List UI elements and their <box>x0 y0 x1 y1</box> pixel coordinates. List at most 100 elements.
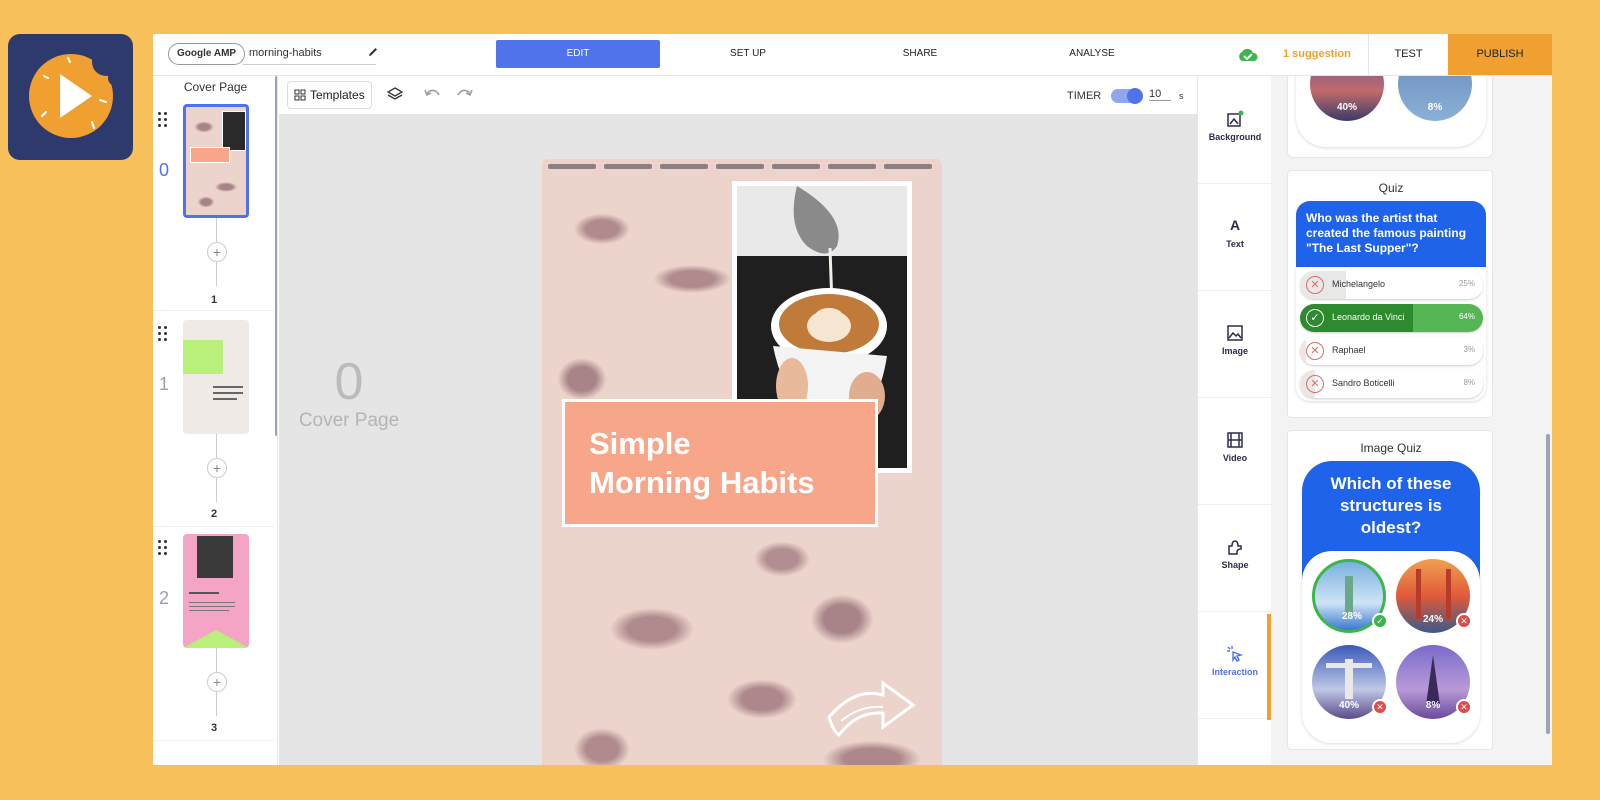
add-page-button[interactable]: + <box>207 672 227 692</box>
pages-scrollbar[interactable] <box>275 76 277 436</box>
story-title[interactable]: Simple Morning Habits <box>589 424 815 502</box>
tool-interaction[interactable]: Interaction <box>1198 611 1272 719</box>
tool-shape[interactable]: Shape <box>1198 504 1272 612</box>
connector-line <box>216 218 217 242</box>
close-icon: ✕ <box>1372 699 1388 715</box>
progress-segment <box>660 164 708 169</box>
drag-handle-icon[interactable] <box>158 326 168 342</box>
timer-label: TIMER <box>1067 90 1102 102</box>
drag-handle-icon[interactable] <box>158 112 168 128</box>
undo-icon[interactable] <box>423 86 441 102</box>
edit-pencil-icon[interactable] <box>367 46 379 58</box>
close-icon: ✕ <box>1456 613 1472 629</box>
tab-share[interactable]: SHARE <box>875 40 965 68</box>
quiz-option-text: Michelangelo <box>1332 279 1386 289</box>
layers-icon[interactable] <box>387 86 403 102</box>
timer-unit: s <box>1179 91 1184 101</box>
story-page[interactable]: Simple Morning Habits <box>542 159 942 765</box>
current-page-index: 0 <box>334 353 364 411</box>
quiz-option-correct[interactable]: ✓ Leonardo da Vinci 64% <box>1300 304 1483 332</box>
check-icon: ✓ <box>1372 613 1388 629</box>
templates-label: Templates <box>310 88 365 102</box>
page-thumbnail[interactable] <box>183 320 249 434</box>
drag-handle-icon[interactable] <box>158 540 168 556</box>
right-panel-scrollbar[interactable] <box>1546 434 1550 734</box>
page-thumbnail[interactable] <box>183 104 249 218</box>
progress-segment <box>828 164 876 169</box>
image-quiz-card-partial[interactable]: 40% 8% <box>1287 76 1493 158</box>
top-bar: Google AMP morning-habits EDIT SET UP SH… <box>153 34 1552 76</box>
add-page-button[interactable]: + <box>207 458 227 478</box>
quiz-option-percent: 3% <box>1463 345 1475 354</box>
connector-line <box>216 648 217 672</box>
progress-segment <box>604 164 652 169</box>
tool-label: Image <box>1221 346 1248 356</box>
timer-value-input[interactable]: 10 <box>1149 88 1171 101</box>
close-icon: ✕ <box>1306 375 1324 393</box>
play-cookie-icon <box>29 48 124 138</box>
image-icon <box>1227 325 1243 341</box>
timer-toggle[interactable] <box>1111 88 1143 104</box>
tab-edit[interactable]: EDIT <box>496 40 660 68</box>
tool-label: Video <box>1222 453 1248 463</box>
quiz-option[interactable]: ✕ Raphael 3% <box>1300 337 1483 365</box>
suggestion-link[interactable]: 1 suggestion <box>1283 48 1351 60</box>
format-badge[interactable]: Google AMP <box>168 43 246 65</box>
background-icon <box>1227 110 1244 127</box>
tool-label: Shape <box>1221 560 1249 570</box>
story-title-line-1: Simple <box>589 426 691 461</box>
canvas-toolbar: Templates TIMER 10 s <box>279 76 1197 114</box>
tool-text[interactable]: A Text <box>1198 183 1272 291</box>
tools-sidebar: Background A Text Image Video Shape Inte… <box>1197 76 1272 765</box>
progress-segment <box>716 164 764 169</box>
progress-segment <box>884 164 932 169</box>
image-quiz-card-title: Image Quiz <box>1360 441 1422 455</box>
redo-icon[interactable] <box>456 86 474 102</box>
tool-video[interactable]: Video <box>1198 397 1272 505</box>
quiz-option[interactable]: ✕ Michelangelo 25% <box>1300 271 1483 299</box>
publish-button[interactable]: PUBLISH <box>1448 34 1552 75</box>
progress-segment <box>548 164 596 169</box>
interaction-icon <box>1227 646 1244 663</box>
cloud-saved-icon <box>1239 48 1258 61</box>
templates-button[interactable]: Templates <box>287 81 372 109</box>
text-icon: A <box>1229 217 1241 233</box>
current-page-label: Cover Page <box>298 410 400 431</box>
page-number: 2 <box>159 588 170 608</box>
tool-label: Interaction <box>1211 667 1258 677</box>
answer-percent: 8% <box>1427 102 1443 113</box>
tab-analyse[interactable]: ANALYSE <box>1047 40 1137 68</box>
test-button[interactable]: TEST <box>1368 34 1448 75</box>
image-quiz-card[interactable]: Image Quiz Which of these structures is … <box>1287 430 1493 750</box>
tool-label: Background <box>1208 132 1262 142</box>
quiz-option-text: Raphael <box>1332 345 1366 355</box>
story-title-line-2: Morning Habits <box>589 465 815 500</box>
tool-background[interactable]: Background <box>1198 76 1272 184</box>
close-icon: ✕ <box>1456 699 1472 715</box>
page-label: 1 <box>211 294 218 306</box>
quiz-option-percent: 64% <box>1458 312 1475 321</box>
tab-set-up[interactable]: SET UP <box>703 40 793 68</box>
quiz-card-title: Quiz <box>1378 181 1404 195</box>
progress-segment <box>772 164 820 169</box>
answer-percent: 40% <box>1336 102 1357 113</box>
quiz-option[interactable]: ✕ Sandro Boticelli 8% <box>1300 370 1483 398</box>
interactions-panel: 40% 8% Quiz Who was the artist that crea… <box>1271 76 1552 765</box>
pages-panel-title: Cover Page <box>183 80 248 94</box>
connector-line <box>216 692 217 716</box>
tool-image[interactable]: Image <box>1198 290 1272 398</box>
app-logo <box>8 34 133 160</box>
page-label: 3 <box>211 722 218 734</box>
page-divider <box>153 740 274 741</box>
page-thumbnail[interactable] <box>183 534 249 648</box>
close-icon: ✕ <box>1306 276 1324 294</box>
add-page-button[interactable]: + <box>207 242 227 262</box>
shape-icon <box>1228 540 1242 555</box>
story-title-box[interactable]: Simple Morning Habits <box>562 399 878 527</box>
video-icon <box>1227 432 1243 448</box>
swipe-arrow-icon[interactable] <box>827 677 917 737</box>
story-name[interactable]: morning-habits <box>249 47 322 59</box>
page-label: 2 <box>211 508 218 520</box>
quiz-card[interactable]: Quiz Who was the artist that created the… <box>1287 170 1493 418</box>
page-divider <box>153 310 274 311</box>
